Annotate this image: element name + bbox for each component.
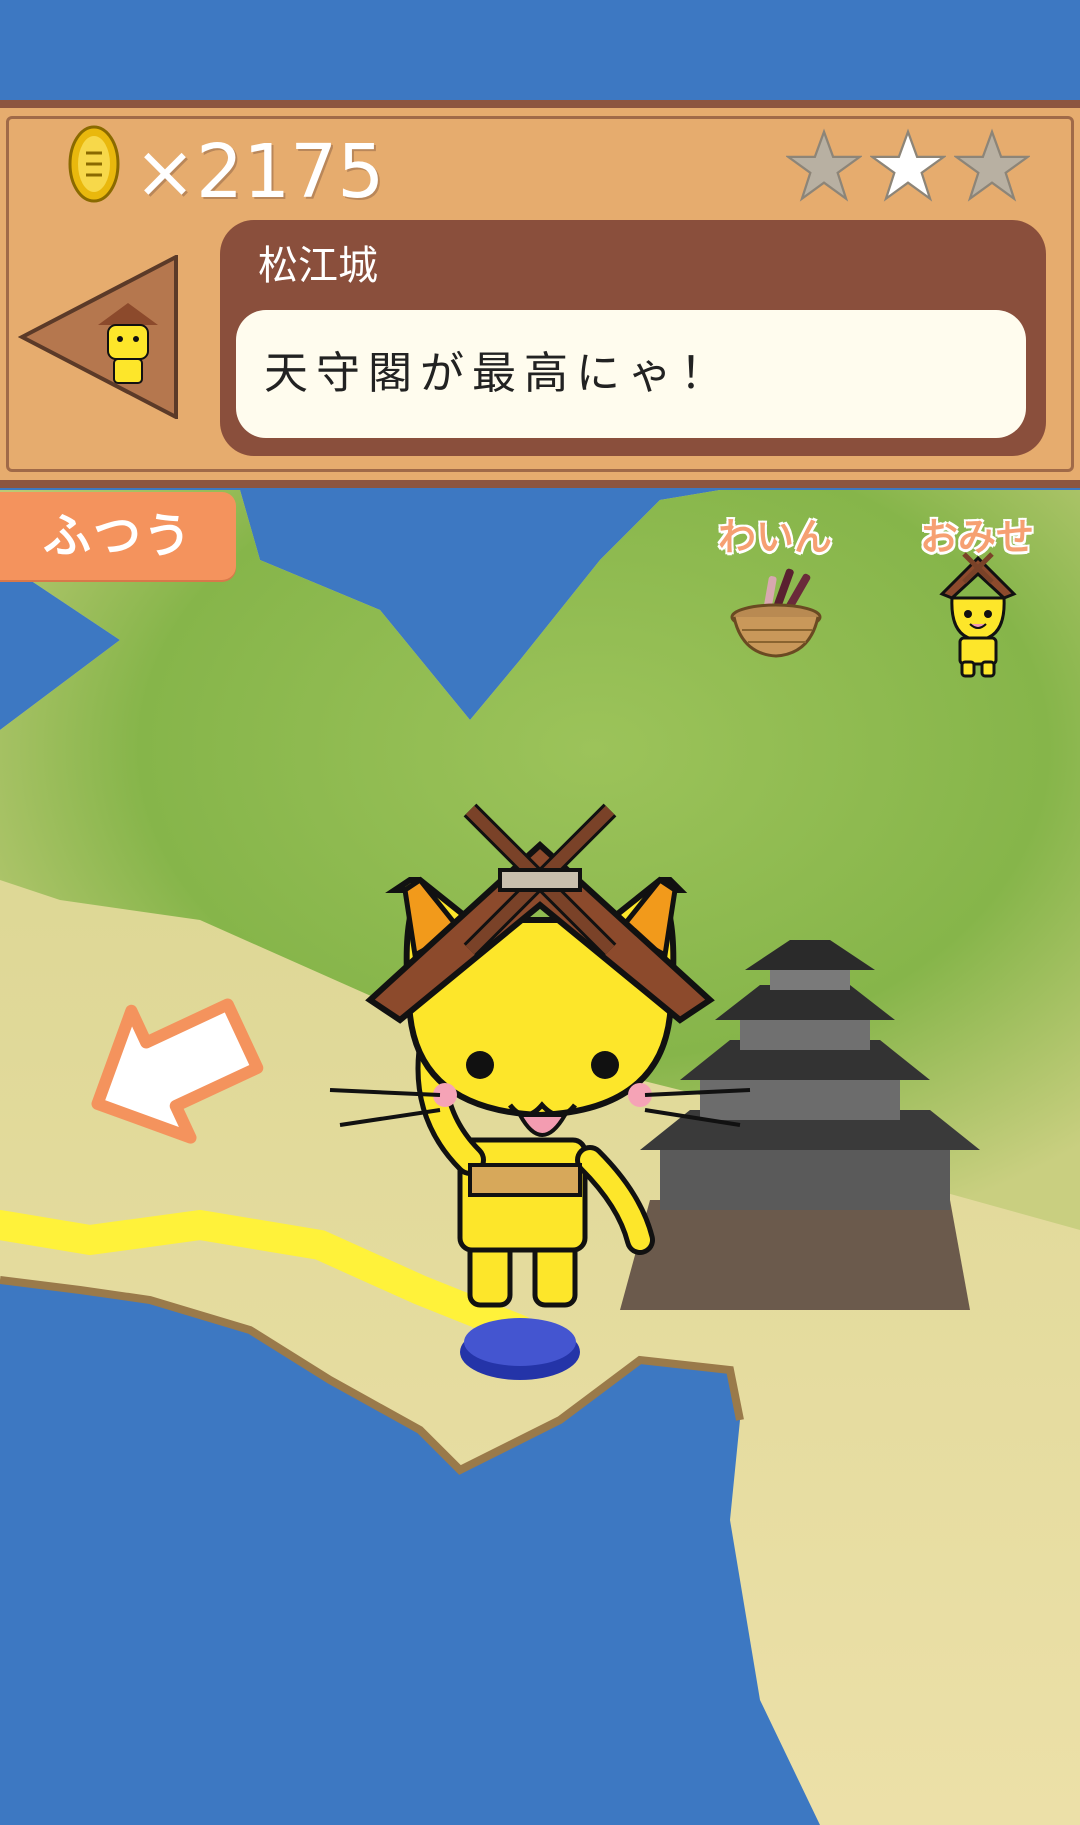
speaker-name: 松江城	[258, 243, 378, 289]
shimanekko-shop-icon[interactable]	[928, 550, 1028, 680]
star-icon-2	[870, 128, 946, 202]
coin-count: ×2175	[134, 129, 385, 215]
dialog-box: 松江城 天守閣が最高にゃ！	[220, 220, 1046, 456]
wine-label: わいん	[718, 515, 833, 559]
difficulty-button[interactable]: ふつう	[0, 492, 236, 580]
star-rating	[786, 128, 1030, 204]
dialog-message: 天守閣が最高にゃ！	[264, 348, 732, 399]
star-icon-3	[954, 128, 1030, 202]
stage-marker-top	[464, 1318, 576, 1366]
message-bubble: 天守閣が最高にゃ！	[236, 310, 1026, 438]
star-icon-1	[786, 128, 862, 202]
coin-icon	[68, 125, 120, 203]
prev-stage-button[interactable]	[18, 255, 178, 419]
wine-basket-icon[interactable]	[728, 562, 828, 662]
